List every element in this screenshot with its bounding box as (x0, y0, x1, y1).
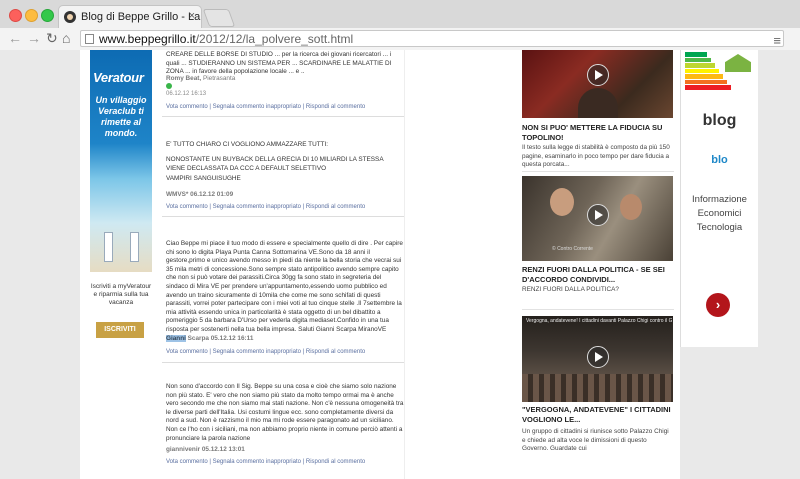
blog-title: blog (702, 112, 737, 129)
blog-small-logo: blo (711, 154, 728, 166)
blog-categories: Informazione Economici Tecnologia (692, 194, 747, 233)
column-divider (404, 50, 405, 479)
comment-author: Romy Beat, Pietrasanta (166, 75, 236, 82)
ad-subscribe-button[interactable]: ISCRIVITI (96, 322, 144, 338)
speaker-figure (578, 88, 618, 118)
grillo-favicon-icon (64, 11, 76, 23)
beach-chair-icon (130, 232, 139, 262)
comment-actions[interactable]: Vota commento | Segnala commento inappro… (166, 104, 365, 110)
comment-separator (162, 216, 404, 217)
wrench-menu-icon[interactable]: ≡ (773, 32, 781, 49)
comment-author: WMVS* 06.12.12 01:09 (166, 191, 234, 198)
highlighted-author: Gianni (166, 335, 186, 342)
reload-icon[interactable]: ↻ (46, 30, 58, 47)
veratour-ad[interactable]: Veratour Un villaggio Veraclub ti rimett… (90, 50, 152, 272)
crowd-figure (522, 374, 673, 402)
comment-date: 06.12.12 16:13 (166, 91, 207, 97)
comment-actions[interactable]: Vota commento | Segnala commento inappro… (166, 459, 365, 465)
comment-text: Ciao Beppe mi piace il tuo modo di esser… (166, 240, 403, 333)
forward-arrow-icon[interactable]: → (27, 30, 41, 46)
comment-author: Gianni Scarpa 05.12.12 16:11 (166, 335, 254, 342)
tab-title: Blog di Beppe Grillo - La polve (81, 11, 201, 23)
url-path: /2012/12/la_polvere_sott.html (195, 32, 354, 46)
video-thumbnail[interactable]: © Contro Corrente (522, 176, 673, 261)
new-tab-button[interactable] (202, 9, 236, 27)
video-caption: © Contro Corrente (552, 246, 593, 252)
play-icon[interactable] (587, 64, 609, 86)
comment-text: E' TUTTO CHIARO CI VOGLIONO AMMAZZARE TU… (166, 141, 329, 148)
comment-author: giannivenir 05.12.12 13:01 (166, 446, 245, 453)
video-title[interactable]: NON SI PUO' METTERE LA FIDUCIA SU TOPOLI… (522, 123, 674, 143)
video-description: Il testo sulla legge di stabilità è comp… (522, 144, 670, 169)
comment-text: VAMPIRI SANGUISUGHE (166, 175, 241, 182)
comment-actions[interactable]: Vota commento | Segnala commento inappro… (166, 349, 365, 355)
play-icon[interactable] (587, 346, 609, 368)
comment-actions[interactable]: Vota commento | Segnala commento inappro… (166, 204, 365, 210)
ad-logo: Veratour (93, 70, 144, 85)
browser-tab-bar: Blog di Beppe Grillo - La polve × (0, 0, 800, 29)
home-icon[interactable]: ⌂ (62, 30, 70, 46)
close-window-icon[interactable] (9, 9, 22, 22)
maximize-window-icon[interactable] (41, 9, 54, 22)
ad-subtext: Iscriviti a myVeratour e riparmia sulla … (90, 283, 152, 306)
next-arrow-button[interactable]: › (706, 293, 730, 317)
video-caption: Vergogna, andatevene! I cittadini davant… (526, 318, 672, 324)
back-arrow-icon[interactable]: ← (8, 30, 22, 46)
blog-sidebar-ad[interactable]: blog blo Informazione Economici Tecnolog… (680, 50, 758, 347)
address-bar[interactable]: www.beppegrillo.it/2012/12/la_polvere_so… (80, 30, 784, 49)
comment-text: NONOSTANTE UN BUYBACK DELLA GRECIA DI 10… (166, 156, 384, 172)
video-description: Un gruppo di cittadini si riunisce sotto… (522, 428, 669, 453)
video-title[interactable]: "VERGOGNA, ANDATEVENE" I CITTADINI VOGLI… (522, 405, 674, 425)
energy-rating-icon (685, 52, 731, 91)
browser-tab[interactable]: Blog di Beppe Grillo - La polve × (58, 5, 202, 28)
video-title[interactable]: RENZI FUORI DALLA POLITICA - SE SEI D'AC… (522, 265, 674, 285)
video-separator (522, 309, 674, 310)
video-thumbnail[interactable] (522, 50, 673, 118)
video-thumbnail[interactable]: Vergogna, andatevene! I cittadini davant… (522, 316, 673, 402)
person-figure (550, 188, 574, 216)
page-icon (85, 34, 94, 44)
url-domain: www.beppegrillo.it (99, 32, 196, 46)
comment-text: Non sono d'accordo con Il Sig. Beppe su … (166, 383, 404, 442)
play-icon[interactable] (587, 204, 609, 226)
minimize-window-icon[interactable] (25, 9, 38, 22)
beach-chair-icon (104, 232, 113, 262)
comment-separator (162, 116, 404, 117)
ad-text: Un villaggio Veraclub ti rimette al mond… (95, 95, 147, 138)
person-figure (620, 194, 642, 220)
comment-text: CREARE DELLE BORSE DI STUDIO ... per la … (166, 51, 392, 76)
video-description: RENZI FUORI DALLA POLITICA? (522, 286, 619, 293)
video-separator (522, 171, 674, 172)
comment-separator (162, 362, 404, 363)
browser-toolbar: ← → ↻ ⌂ www.beppegrillo.it/2012/12/la_po… (0, 28, 800, 51)
tab-close-icon[interactable]: × (189, 10, 195, 22)
check-icon (166, 83, 172, 89)
